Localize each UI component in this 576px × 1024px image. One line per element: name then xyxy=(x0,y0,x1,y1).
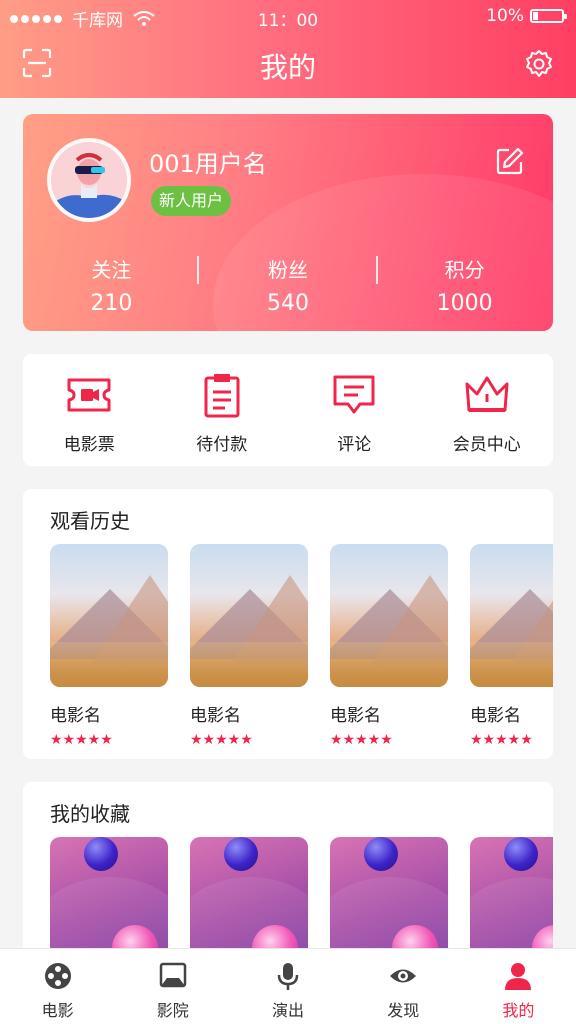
movie-name: 电影名 xyxy=(190,706,241,726)
tab-cinemas[interactable]: 影院 xyxy=(115,949,230,1024)
tab-label: 发现 xyxy=(387,1001,420,1020)
rating-stars: ★★★★★ xyxy=(190,732,253,748)
stat-value: 1000 xyxy=(436,291,493,316)
rating-stars: ★★★★★ xyxy=(50,732,113,748)
movie-card[interactable]: 电影名 ★★★★★ xyxy=(190,544,308,748)
username: 001用户名 xyxy=(149,150,267,178)
favorites-list[interactable] xyxy=(50,837,553,962)
rating-stars: ★★★★★ xyxy=(330,732,393,748)
favorite-card[interactable] xyxy=(470,837,553,962)
crown-icon xyxy=(465,376,509,412)
stat-label: 关注 xyxy=(91,258,132,282)
movie-card[interactable]: 电影名 ★★★★★ xyxy=(470,544,553,748)
movie-poster xyxy=(470,544,553,687)
microphone-icon xyxy=(277,963,299,990)
tab-label: 演出 xyxy=(272,1001,305,1020)
battery-icon xyxy=(530,9,567,23)
action-comments[interactable]: 评论 xyxy=(288,354,421,466)
ticket-icon xyxy=(67,378,111,412)
favorite-card[interactable] xyxy=(190,837,308,962)
rating-stars: ★★★★★ xyxy=(470,732,533,748)
user-icon xyxy=(505,963,532,990)
status-bar: 千库网 11：00 10% xyxy=(0,6,576,31)
comment-icon xyxy=(333,375,375,414)
tab-label: 影院 xyxy=(156,1001,189,1020)
action-membership[interactable]: 会员中心 xyxy=(421,354,554,466)
stat-label: 积分 xyxy=(444,258,485,282)
eye-icon xyxy=(390,969,417,983)
watch-history-section: 观看历史 电影名 ★★★★★ 电影名 ★★★★★ 电影名 ★★★★★ 电影名 ★… xyxy=(23,489,553,759)
stat-divider xyxy=(197,256,199,284)
film-reel-icon xyxy=(44,963,71,989)
movie-poster xyxy=(190,544,308,687)
action-tickets[interactable]: 电影票 xyxy=(23,354,156,466)
tab-label: 电影 xyxy=(41,1001,74,1020)
stat-label: 粉丝 xyxy=(268,258,308,282)
gear-icon[interactable] xyxy=(524,49,554,79)
stat-value: 540 xyxy=(267,291,309,316)
movie-card[interactable]: 电影名 ★★★★★ xyxy=(50,544,168,748)
section-title: 我的收藏 xyxy=(50,802,130,826)
tab-movies[interactable]: 电影 xyxy=(0,949,115,1024)
movie-name: 电影名 xyxy=(470,706,521,726)
edit-icon[interactable] xyxy=(495,146,525,176)
stat-value: 210 xyxy=(90,291,133,316)
profile-card: 001用户名 新人用户 关注 210 粉丝 540 积分 1000 xyxy=(23,114,553,331)
page-title: 我的 xyxy=(259,51,316,84)
favorite-card[interactable] xyxy=(330,837,448,962)
movie-name: 电影名 xyxy=(50,706,101,726)
quick-actions: 电影票 待付款 评论 会员中心 xyxy=(23,354,553,466)
user-level-badge: 新人用户 xyxy=(151,186,232,216)
movie-poster xyxy=(330,544,448,687)
tab-mine[interactable]: 我的 xyxy=(461,949,576,1024)
cinema-screen-icon xyxy=(159,962,187,988)
tab-label: 我的 xyxy=(502,1001,535,1020)
stat-fans[interactable]: 粉丝 540 xyxy=(200,254,377,316)
battery-percent: 10% xyxy=(486,6,524,26)
stat-points[interactable]: 积分 1000 xyxy=(376,254,553,316)
action-label: 待付款 xyxy=(196,435,248,455)
action-label: 电影票 xyxy=(63,435,115,455)
stat-following[interactable]: 关注 210 xyxy=(23,254,200,316)
profile-stats: 关注 210 粉丝 540 积分 1000 xyxy=(23,254,553,316)
favorites-section: 我的收藏 xyxy=(23,782,553,962)
clipboard-icon xyxy=(204,374,240,418)
movie-name: 电影名 xyxy=(330,706,381,726)
tab-discover[interactable]: 发现 xyxy=(346,949,461,1024)
favorite-card[interactable] xyxy=(50,837,168,962)
action-pending-payment[interactable]: 待付款 xyxy=(156,354,289,466)
header: 千库网 11：00 10% 我的 xyxy=(0,0,576,98)
avatar[interactable] xyxy=(47,138,131,222)
bottom-tab-bar: 电影 影院 演出 发现 我的 xyxy=(0,948,576,1024)
action-label: 会员中心 xyxy=(452,435,521,455)
section-title: 观看历史 xyxy=(50,509,130,533)
movie-card[interactable]: 电影名 ★★★★★ xyxy=(330,544,448,748)
history-list[interactable]: 电影名 ★★★★★ 电影名 ★★★★★ 电影名 ★★★★★ 电影名 ★★★★★ xyxy=(50,544,553,748)
movie-poster xyxy=(50,544,168,687)
action-label: 评论 xyxy=(337,435,372,455)
avatar-illustration xyxy=(51,142,127,218)
stat-divider xyxy=(376,256,378,284)
tab-shows[interactable]: 演出 xyxy=(230,949,345,1024)
